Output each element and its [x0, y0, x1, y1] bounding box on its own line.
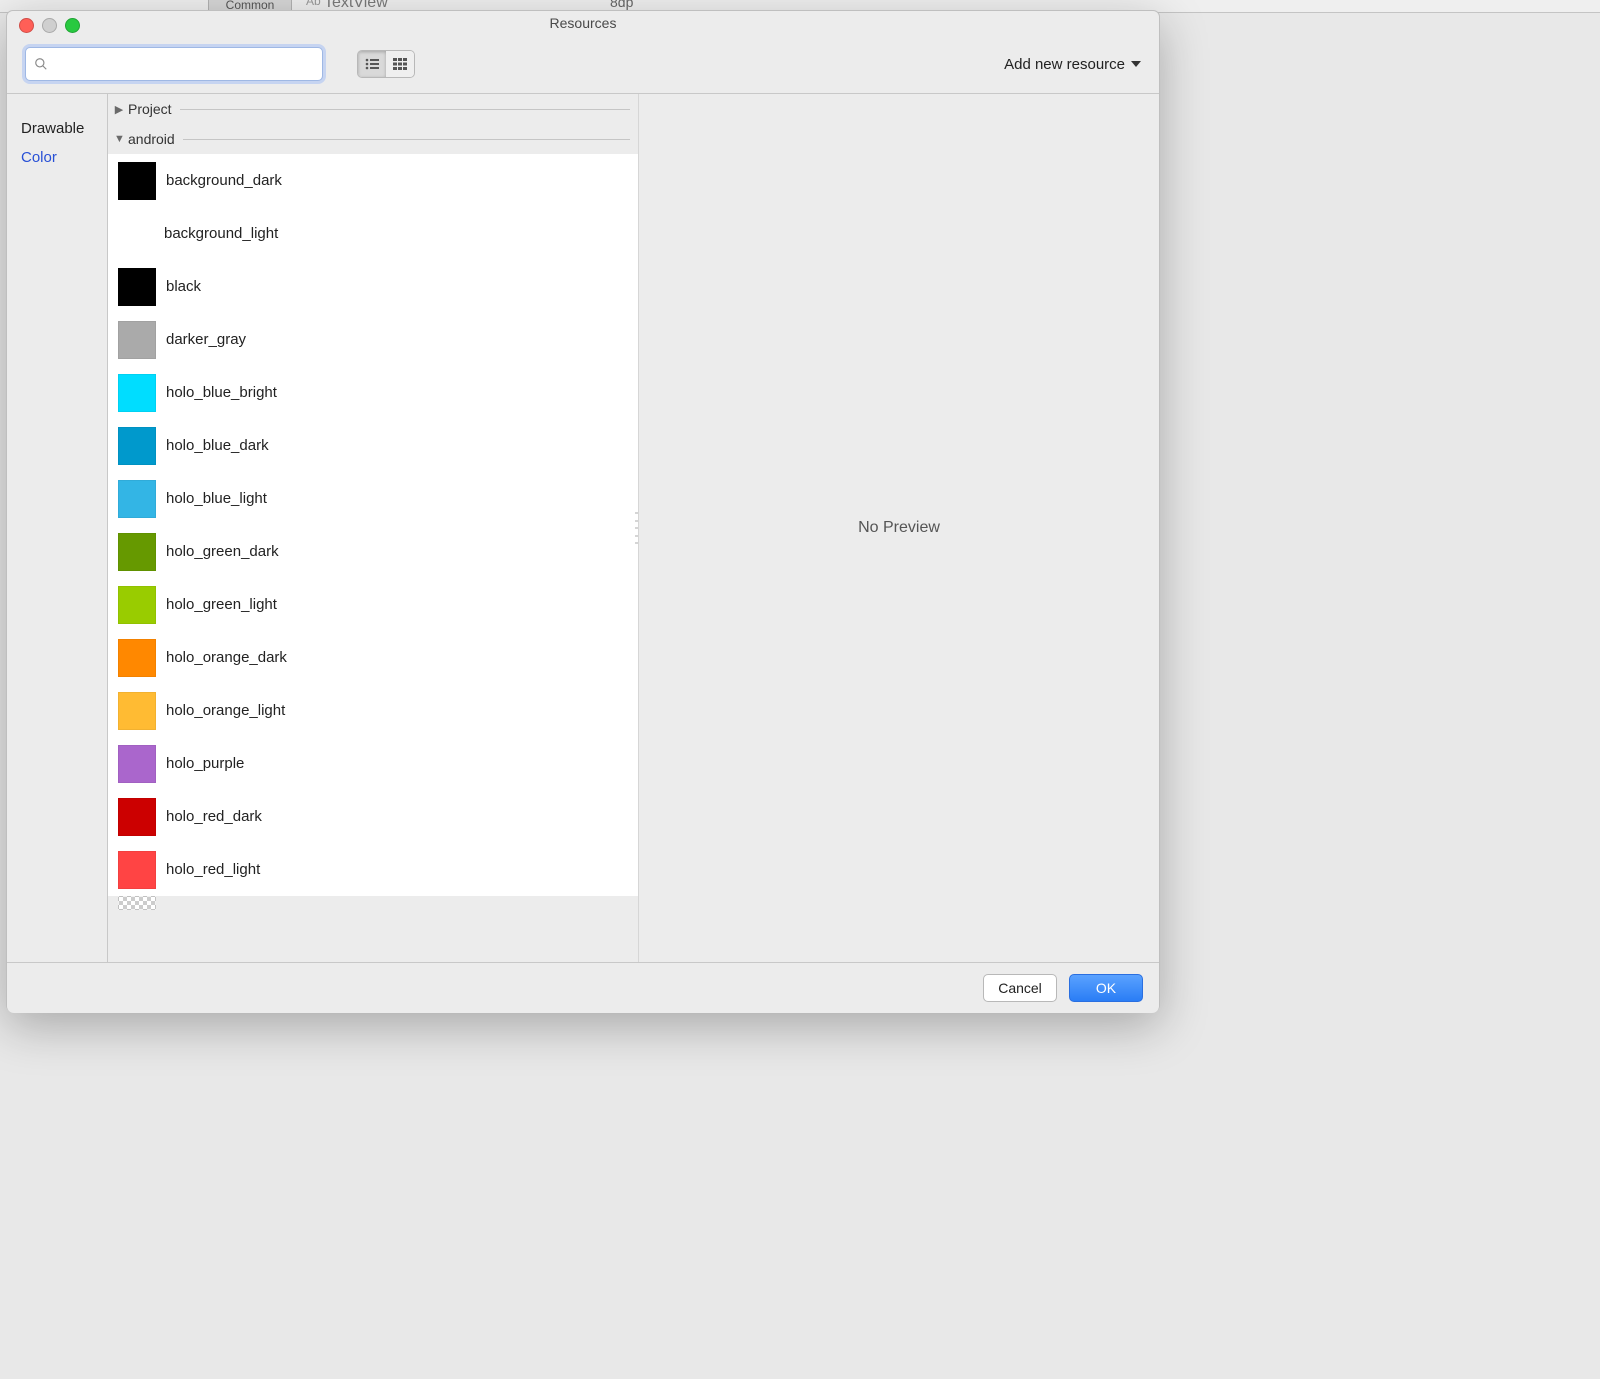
preview-pane: No Preview — [638, 94, 1159, 962]
search-field[interactable] — [25, 47, 323, 81]
add-new-resource-label: Add new resource — [1004, 56, 1125, 73]
partial-next-row — [108, 896, 638, 910]
color-swatch — [118, 533, 156, 571]
color-swatch — [118, 427, 156, 465]
color-name-label: darker_gray — [166, 331, 246, 348]
list-icon — [365, 58, 379, 70]
color-swatch-transparent — [118, 896, 156, 910]
color-name-label: background_dark — [166, 172, 282, 189]
color-name-label: holo_red_dark — [166, 808, 262, 825]
color-row-holo_green_light[interactable]: holo_green_light — [108, 578, 638, 631]
section-project-label: Project — [128, 101, 172, 117]
dropdown-arrow-icon — [1131, 61, 1141, 67]
color-name-label: holo_orange_light — [166, 702, 285, 719]
sidebar-item-color[interactable]: Color — [7, 143, 107, 172]
zoom-window-icon[interactable] — [65, 18, 80, 33]
color-swatch — [118, 216, 154, 252]
search-icon — [34, 57, 48, 71]
color-row-holo_purple[interactable]: holo_purple — [108, 737, 638, 790]
color-row-holo_blue_bright[interactable]: holo_blue_bright — [108, 366, 638, 419]
color-swatch — [118, 586, 156, 624]
section-android[interactable]: ▼ android — [108, 124, 638, 154]
color-row-holo_blue_light[interactable]: holo_blue_light — [108, 472, 638, 525]
color-row-holo_orange_dark[interactable]: holo_orange_dark — [108, 631, 638, 684]
resize-grip-icon[interactable] — [635, 512, 638, 544]
color-swatch — [118, 745, 156, 783]
resources-dialog: Resources Add new resource Drawable Colo… — [6, 10, 1160, 1012]
chevron-down-icon: ▼ — [114, 133, 124, 145]
titlebar: Resources — [7, 11, 1159, 35]
color-name-label: holo_purple — [166, 755, 244, 772]
color-swatch — [118, 692, 156, 730]
color-row-holo_orange_light[interactable]: holo_orange_light — [108, 684, 638, 737]
color-name-label: holo_orange_dark — [166, 649, 287, 666]
color-name-label: holo_blue_bright — [166, 384, 277, 401]
dimension-readout: 8dp — [610, 0, 633, 10]
color-row-holo_green_dark[interactable]: holo_green_dark — [108, 525, 638, 578]
color-swatch — [118, 798, 156, 836]
color-swatch — [118, 268, 156, 306]
color-name-label: holo_green_dark — [166, 543, 279, 560]
list-view-button[interactable] — [358, 51, 386, 77]
ok-button[interactable]: OK — [1069, 974, 1143, 1002]
color-swatch — [118, 162, 156, 200]
section-project[interactable]: ▶ Project — [108, 94, 638, 124]
color-name-label: holo_blue_dark — [166, 437, 269, 454]
view-mode-toggle — [357, 50, 415, 78]
minimize-window-icon[interactable] — [42, 18, 57, 33]
color-row-background_dark[interactable]: background_dark — [108, 154, 638, 207]
window-controls — [19, 18, 80, 33]
color-swatch — [118, 374, 156, 412]
sidebar-item-drawable[interactable]: Drawable — [7, 114, 107, 143]
dialog-footer: Cancel OK — [7, 962, 1159, 1013]
grid-icon — [393, 58, 407, 70]
color-row-holo_red_dark[interactable]: holo_red_dark — [108, 790, 638, 843]
section-android-label: android — [128, 131, 175, 147]
color-swatch — [118, 851, 156, 889]
color-swatch — [118, 321, 156, 359]
close-window-icon[interactable] — [19, 18, 34, 33]
color-name-label: background_light — [164, 225, 278, 242]
color-swatch — [118, 639, 156, 677]
window-title: Resources — [7, 11, 1159, 35]
resource-list-column: ▶ Project ▼ android background_darkbackg… — [108, 94, 638, 962]
color-row-background_light[interactable]: background_light — [108, 207, 638, 260]
color-list: background_dark background_lightblack dark… — [108, 154, 638, 896]
cancel-button[interactable]: Cancel — [983, 974, 1057, 1002]
color-name-label: holo_blue_light — [166, 490, 267, 507]
add-new-resource-dropdown[interactable]: Add new resource — [1004, 56, 1141, 73]
no-preview-label: No Preview — [858, 519, 940, 537]
dialog-toolbar: Add new resource — [7, 35, 1159, 94]
color-name-label: holo_red_light — [166, 861, 260, 878]
color-row-darker_gray[interactable]: darker_gray — [108, 313, 638, 366]
color-row-black[interactable]: black — [108, 260, 638, 313]
color-row-holo_blue_dark[interactable]: holo_blue_dark — [108, 419, 638, 472]
color-name-label: black — [166, 278, 201, 295]
resource-type-sidebar: Drawable Color — [7, 94, 108, 962]
color-swatch — [118, 480, 156, 518]
color-row-holo_red_light[interactable]: holo_red_light — [108, 843, 638, 896]
grid-view-button[interactable] — [386, 51, 414, 77]
color-name-label: holo_green_light — [166, 596, 277, 613]
chevron-right-icon: ▶ — [114, 103, 124, 116]
search-input[interactable] — [54, 55, 314, 73]
